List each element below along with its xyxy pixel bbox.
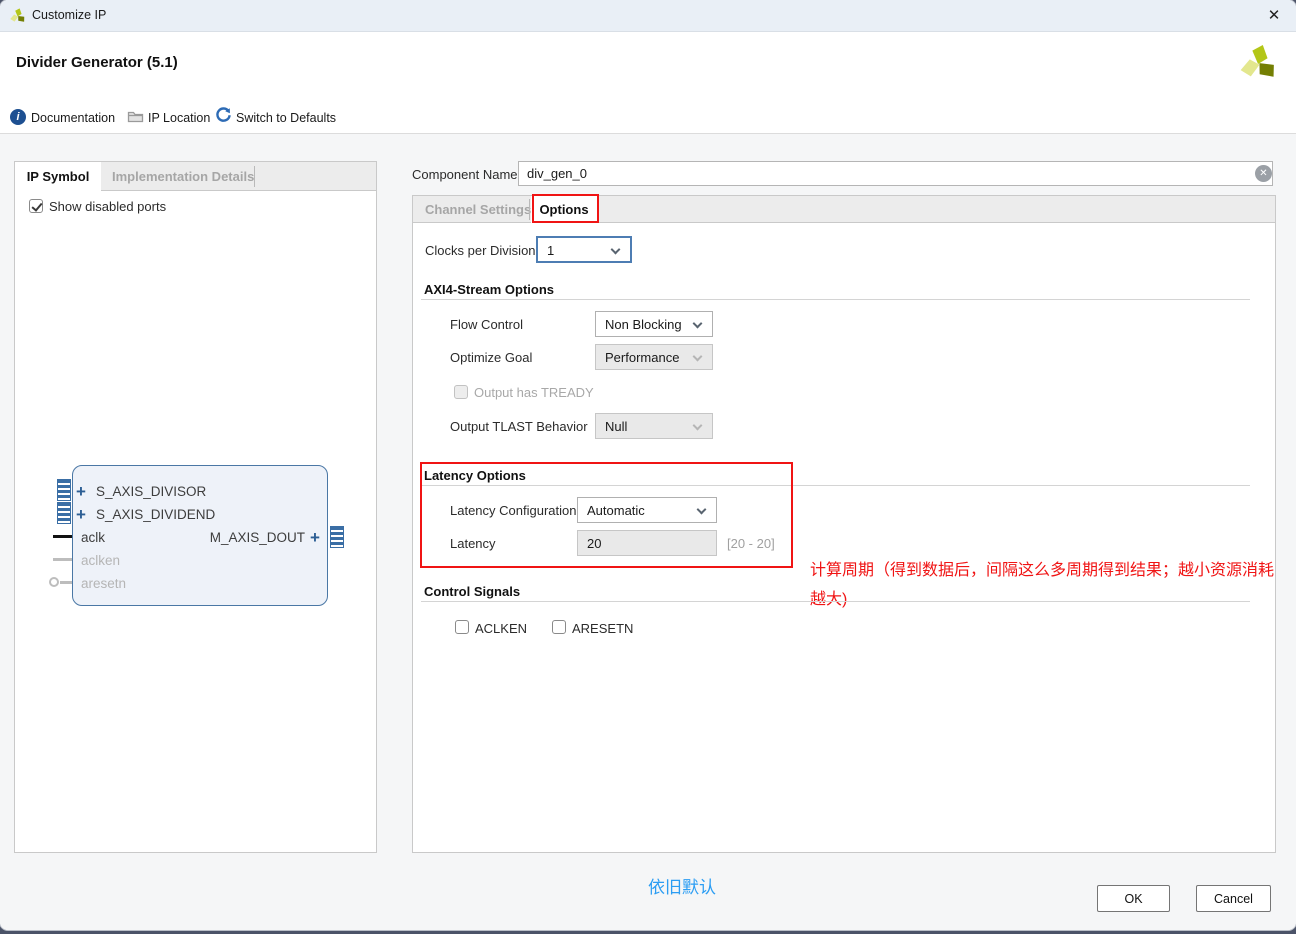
- port-aclken: aclken: [81, 553, 120, 568]
- cancel-button[interactable]: Cancel: [1196, 885, 1271, 912]
- port-aresetn: aresetn: [81, 576, 126, 591]
- footer-annotation-note: 依旧默认: [648, 873, 716, 898]
- output-tlast-dropdown: Null: [595, 413, 713, 439]
- chevron-down-icon: [611, 245, 621, 255]
- window-title: Customize IP: [32, 8, 106, 22]
- output-has-tready-checkbox: [454, 385, 468, 399]
- aclk-pin-stub: [53, 535, 72, 538]
- right-tab-separator: [529, 199, 530, 220]
- optimize-goal-value: Performance: [605, 350, 679, 365]
- ip-location-button[interactable]: IP Location: [148, 111, 210, 125]
- expand-port-icon[interactable]: +: [76, 485, 86, 499]
- clocks-per-division-dropdown[interactable]: 1: [536, 236, 632, 263]
- component-name-value: div_gen_0: [527, 166, 587, 181]
- customize-ip-dialog: Customize IP ✕ Divider Generator (5.1) i…: [0, 0, 1296, 930]
- port-s-axis-dividend: S_AXIS_DIVIDEND: [96, 507, 215, 522]
- xilinx-logo: [1240, 44, 1278, 82]
- expand-port-icon[interactable]: +: [310, 531, 320, 545]
- flow-control-label: Flow Control: [450, 317, 523, 332]
- chevron-down-icon: [693, 319, 703, 329]
- optimize-goal-label: Optimize Goal: [450, 350, 532, 365]
- bus-interface-icon: [57, 479, 71, 501]
- tab-implementation-details[interactable]: Implementation Details: [112, 169, 254, 184]
- chevron-down-icon: [693, 352, 703, 362]
- clocks-per-division-label: Clocks per Division: [425, 243, 536, 258]
- control-section-divider: [421, 601, 1250, 602]
- chevron-down-icon: [693, 421, 703, 431]
- port-aclk: aclk: [81, 530, 105, 545]
- port-s-axis-divisor: S_AXIS_DIVISOR: [96, 484, 206, 499]
- clear-icon[interactable]: ✕: [1255, 165, 1272, 182]
- aresetn-pin-circle: [49, 577, 59, 587]
- annotation-note-line2: 越大): [810, 585, 847, 609]
- documentation-button[interactable]: Documentation: [31, 111, 115, 125]
- clocks-per-division-value: 1: [547, 243, 554, 258]
- page-title: Divider Generator (5.1): [16, 54, 178, 71]
- axi4-section-divider: [421, 299, 1250, 300]
- ok-button[interactable]: OK: [1097, 885, 1170, 912]
- aresetn-checkbox[interactable]: [552, 620, 566, 634]
- aclken-pin-stub: [53, 558, 72, 561]
- tab-channel-settings[interactable]: Channel Settings: [425, 202, 531, 217]
- port-m-axis-dout: M_AXIS_DOUT: [180, 530, 305, 545]
- tab-ip-symbol[interactable]: IP Symbol: [15, 162, 101, 192]
- annotation-note-line1: 计算周期（得到数据后，间隔这么多周期得到结果；越小资源消耗: [810, 556, 1274, 580]
- expand-port-icon[interactable]: +: [76, 508, 86, 522]
- latency-red-annotation-box: [420, 462, 793, 568]
- switch-to-defaults-button[interactable]: Switch to Defaults: [236, 111, 336, 125]
- aclken-label: ACLKEN: [475, 621, 527, 636]
- output-has-tready-label: Output has TREADY: [474, 385, 594, 400]
- refresh-icon: [215, 107, 232, 124]
- control-section-title: Control Signals: [424, 584, 520, 599]
- axi4-section-title: AXI4-Stream Options: [424, 282, 554, 297]
- left-tab-separator: [254, 166, 255, 187]
- show-disabled-ports-label: Show disabled ports: [49, 199, 166, 214]
- component-name-input[interactable]: [518, 161, 1273, 186]
- folder-icon: [127, 108, 144, 124]
- flow-control-dropdown[interactable]: Non Blocking: [595, 311, 713, 337]
- aresetn-pin-stub: [60, 581, 72, 584]
- output-tlast-value: Null: [605, 419, 627, 434]
- close-icon[interactable]: ✕: [1260, 4, 1288, 28]
- aresetn-label: ARESETN: [572, 621, 633, 636]
- flow-control-value: Non Blocking: [605, 317, 682, 332]
- component-name-label: Component Name: [412, 167, 518, 182]
- xilinx-icon: [10, 8, 26, 24]
- info-icon: i: [10, 109, 26, 125]
- options-tab-red-annotation-box: [532, 194, 599, 223]
- output-tlast-label: Output TLAST Behavior: [450, 419, 588, 434]
- bus-interface-icon: [330, 526, 344, 548]
- bus-interface-icon: [57, 502, 71, 524]
- titlebar: [0, 0, 1296, 32]
- optimize-goal-dropdown: Performance: [595, 344, 713, 370]
- aclken-checkbox[interactable]: [455, 620, 469, 634]
- show-disabled-ports-checkbox[interactable]: [29, 199, 43, 213]
